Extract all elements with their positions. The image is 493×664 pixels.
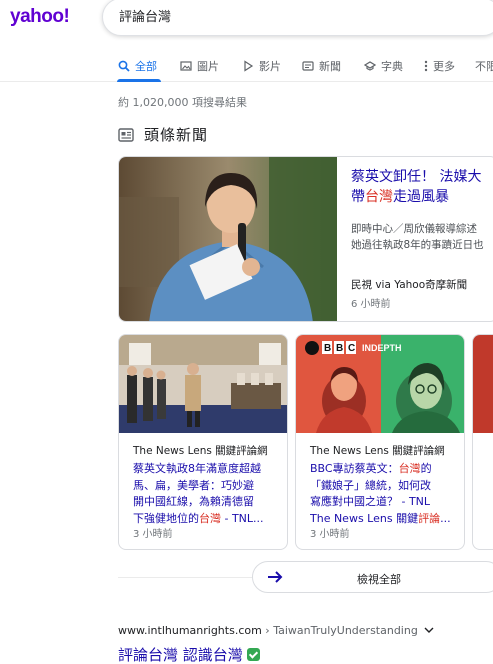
news-timestamp: 6 小時前 [351,299,391,310]
news-card[interactable] [472,334,493,550]
result-url[interactable]: www.intlhumanrights.com › TaiwanTrulyUnd… [118,624,434,637]
verified-icon [246,648,260,661]
news-source: 民視 via Yahoo奇摩新聞 [351,279,468,291]
svg-text:B: B [324,343,331,354]
news-source: The News Lens 關鍵評論網 [310,445,445,457]
tab-more[interactable]: 更多 [424,58,455,74]
tab-label: 全部 [135,60,157,73]
news-source: The News Lens 關鍵評論網 [133,445,268,457]
top-stories-header: 頭條新聞 [118,124,208,145]
tab-images[interactable]: 圖片 [180,58,219,74]
news-timestamp: 3 小時前 [133,529,173,540]
news-card[interactable]: B B C INDEPTH The News Lens 關鍵評論網 BBC專訪蔡… [295,334,465,550]
indepth-badge: INDEPTH [362,343,402,353]
book-icon [364,61,376,71]
headline-line: 帶台灣走過風暴 [351,189,449,205]
tab-label: 更多 [433,60,455,73]
image-icon [180,61,192,71]
tab-all[interactable]: 全部 [118,58,157,74]
arrow-right-icon [268,571,283,583]
active-tab-indicator [117,79,161,82]
divider [118,577,252,578]
news-timestamp: 3 小時前 [310,529,350,540]
search-icon [118,60,130,72]
featured-headline[interactable]: 蔡英文卸任！ 法媒大 帶台灣走過風暴 [351,167,493,207]
tab-label: 新聞 [319,60,341,73]
news-headline[interactable]: 蔡英文執政8年滿意度超越 馬、扁，美學者：巧妙避 開中國紅線，為賴清德留 下強健… [133,461,279,527]
search-box[interactable] [102,0,493,36]
result-title[interactable]: 評論台灣 認識台灣 [118,644,260,664]
view-all-button[interactable]: 檢視全部 [252,561,493,593]
tab-anytime[interactable]: 不限 [475,58,493,74]
result-breadcrumb: › TaiwanTrulyUnderstanding [261,624,418,637]
news-thumbnail[interactable] [473,335,493,433]
search-input[interactable] [119,8,479,23]
svg-text:B: B [336,343,343,354]
search-tabs: 全部 圖片 影片 新聞 字典 更多 不限 [0,48,493,82]
play-icon [244,60,254,72]
tab-news[interactable]: 新聞 [302,58,341,74]
news-icon [118,127,134,142]
news-icon [302,61,314,71]
result-title-text: 評論台灣 認識台灣 [118,646,243,664]
tab-label: 不限 [475,60,493,73]
result-stats: 約 1,020,000 項搜尋結果 [118,96,247,109]
headline-line: 蔡英文卸任！ 法媒大 [351,169,482,185]
news-card[interactable]: The News Lens 關鍵評論網 蔡英文執政8年滿意度超越 馬、扁，美學者… [118,334,288,550]
result-domain: www.intlhumanrights.com [118,624,262,637]
more-vert-icon [424,60,428,72]
tab-label: 影片 [259,60,281,73]
tab-label: 字典 [381,60,403,73]
chevron-down-icon[interactable] [424,626,434,634]
featured-snippet: 即時中心／周欣儀報導綜述 她過往執政8年的事蹟近日也 [351,223,484,251]
news-thumbnail[interactable] [119,157,337,321]
tab-videos[interactable]: 影片 [242,58,281,74]
news-thumbnail[interactable]: B B C INDEPTH [296,335,464,433]
view-all-label: 檢視全部 [357,573,401,586]
svg-text:C: C [348,343,355,354]
featured-news-card[interactable]: 蔡英文卸任！ 法媒大 帶台灣走過風暴 即時中心／周欣儀報導綜述 她過往執政8年的… [118,156,493,322]
yahoo-logo[interactable]: yahoo! [10,6,70,28]
section-title: 頭條新聞 [144,126,209,144]
tab-label: 圖片 [197,60,219,73]
news-headline[interactable]: BBC專訪蔡英文：台灣的 「鐵娘子」總統，如何改 寫應對中國之道？ - TNL … [310,461,456,527]
news-thumbnail[interactable] [119,335,287,433]
tab-dictionary[interactable]: 字典 [364,58,403,74]
